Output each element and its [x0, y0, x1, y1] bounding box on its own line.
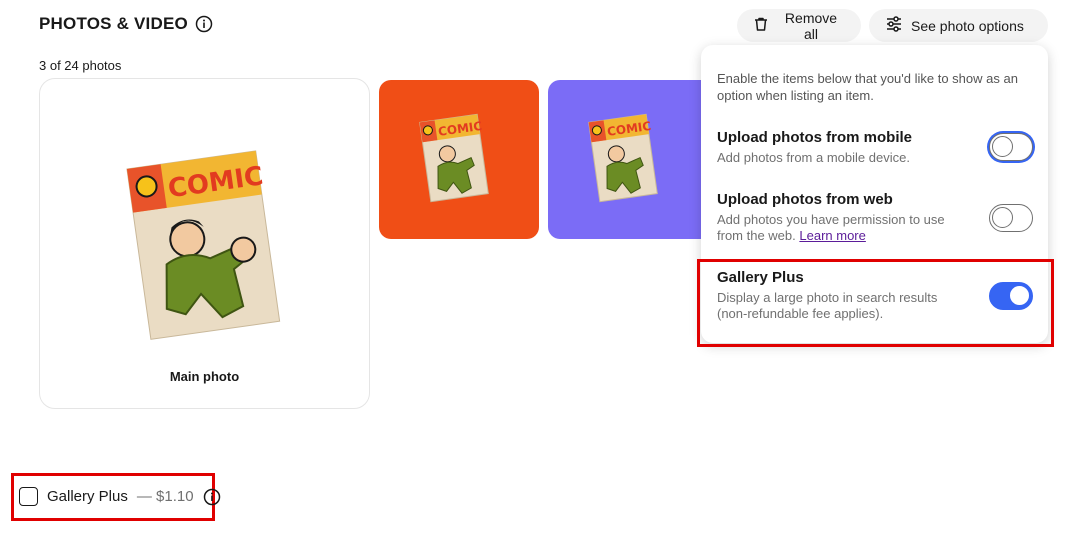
gallery-plus-checkbox[interactable]	[19, 487, 38, 506]
trash-icon	[753, 16, 769, 35]
gallery-plus-checkbox-row[interactable]: Gallery Plus — $1.10	[19, 487, 221, 506]
remove-all-label: Remove all	[784, 9, 838, 42]
learn-more-link[interactable]: Learn more	[799, 228, 865, 243]
option-title: Upload photos from web	[717, 191, 893, 208]
popover-intro: Enable the items below that you'd like t…	[717, 71, 1018, 103]
upload-mobile-toggle[interactable]	[989, 133, 1033, 161]
photo-count: 3 of 24 photos	[39, 58, 122, 73]
option-description: Add photos from a mobile device.	[717, 150, 910, 165]
see-photo-options-button[interactable]: See photo options	[869, 9, 1048, 42]
main-photo-card[interactable]: COMIC Main photo	[39, 78, 370, 409]
main-photo-caption: Main photo	[169, 369, 240, 384]
comic-book-image: COMIC	[419, 113, 489, 203]
sliders-icon	[885, 16, 903, 35]
see-photo-options-label: See photo options	[911, 17, 1024, 34]
comic-book-image: COMIC	[126, 150, 281, 340]
remove-all-button[interactable]: Remove all	[737, 9, 861, 42]
comic-book-image: COMIC	[588, 113, 658, 203]
upload-web-toggle[interactable]	[989, 204, 1033, 232]
photo-thumbnail[interactable]: COMIC	[548, 80, 718, 239]
gallery-plus-price: — $1.10	[136, 488, 194, 505]
section-title-text: PHOTOS & VIDEO	[39, 14, 188, 33]
highlight-annotation	[697, 259, 1054, 347]
photo-thumbnail[interactable]: COMIC	[379, 80, 539, 239]
info-icon[interactable]	[195, 15, 213, 33]
info-icon[interactable]	[203, 488, 221, 506]
section-title: PHOTOS & VIDEO	[39, 14, 213, 34]
gallery-plus-label: Gallery Plus	[47, 488, 128, 505]
option-description: Add photos you have permission to use fr…	[717, 212, 945, 243]
